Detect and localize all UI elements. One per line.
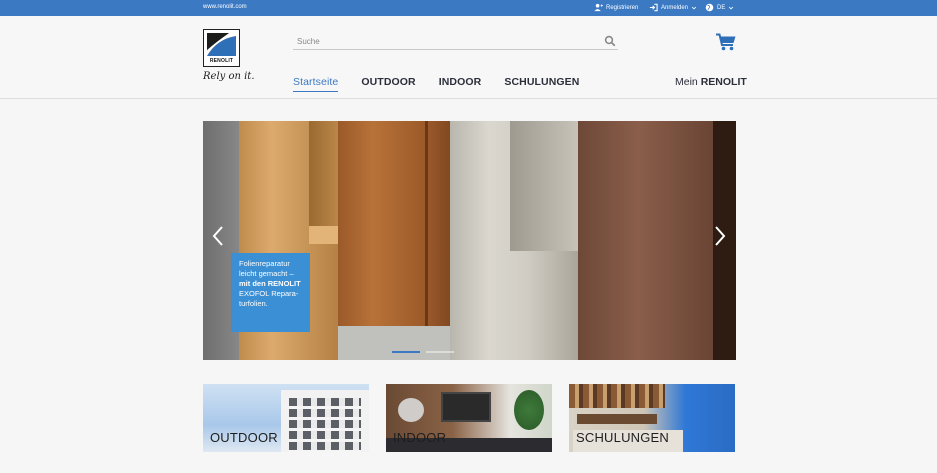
tile-label: OUTDOOR (210, 430, 278, 445)
register-label: Registrieren (606, 4, 639, 11)
search-bar (293, 32, 618, 50)
hero-slider[interactable]: Folienreparatur leicht gemacht – mit den… (203, 121, 736, 360)
slider-dots (392, 351, 454, 353)
logo-mark (207, 33, 236, 56)
register-link[interactable]: Registrieren (594, 3, 638, 12)
caption-line: Folienreparatur (239, 259, 290, 268)
tile-label: INDOOR (393, 430, 447, 445)
mein-renolit-link[interactable]: Mein RENOLIT (675, 76, 747, 88)
renolit-logo[interactable]: RENOLIT (203, 29, 240, 67)
caption-line: EXOFOL Repara- (239, 289, 299, 298)
chevron-right-icon[interactable] (713, 225, 727, 247)
tile-schulungen[interactable]: SCHULUNGEN (569, 384, 735, 452)
user-plus-icon (594, 3, 603, 12)
site-header: RENOLIT Rely on it. Startseite OUTDOOR I… (0, 16, 937, 99)
top-bar: www.renolit.com Registrieren Anmelden DE (0, 0, 937, 16)
site-url[interactable]: www.renolit.com (203, 4, 247, 10)
nav-item-startseite[interactable]: Startseite (293, 76, 339, 92)
slider-dot-1[interactable] (392, 351, 420, 353)
chevron-left-icon[interactable] (211, 225, 225, 247)
chevron-down-icon (691, 6, 697, 9)
sign-in-icon (649, 3, 658, 12)
nav-item-schulungen[interactable]: SCHULUNGEN (504, 76, 579, 92)
globe-icon (705, 3, 714, 12)
search-icon[interactable] (604, 35, 616, 47)
chevron-down-icon (729, 6, 734, 9)
tile-indoor[interactable]: INDOOR (386, 384, 552, 452)
nav-item-outdoor[interactable]: OUTDOOR (361, 76, 415, 92)
slide-image-oak-dark (338, 121, 453, 360)
login-label: Anmelden (661, 4, 689, 11)
caption-line: turfolien. (239, 299, 268, 308)
language-label: DE (717, 4, 726, 11)
caption-line: leicht gemacht – (239, 269, 294, 278)
category-tiles: OUTDOOR INDOOR SCHULUNGEN (203, 384, 736, 452)
tile-outdoor[interactable]: OUTDOOR (203, 384, 369, 452)
logo-tagline: Rely on it. (203, 71, 255, 82)
slide-image-grey-wood (450, 121, 580, 360)
cart-icon[interactable] (716, 33, 736, 51)
nav-item-indoor[interactable]: INDOOR (439, 76, 482, 92)
main-nav: Startseite OUTDOOR INDOOR SCHULUNGEN (293, 76, 602, 92)
search-input[interactable] (297, 34, 587, 48)
caption-line: mit den RENOLIT (239, 279, 301, 288)
mein-prefix: Mein (675, 76, 698, 88)
slider-dot-2[interactable] (426, 351, 454, 353)
tile-label: SCHULUNGEN (576, 430, 670, 445)
logo-text: RENOLIT (209, 58, 234, 64)
language-selector[interactable]: DE (705, 3, 734, 12)
login-link[interactable]: Anmelden (649, 3, 697, 12)
mein-brand: RENOLIT (700, 76, 747, 88)
slide-caption[interactable]: Folienreparatur leicht gemacht – mit den… (231, 253, 310, 332)
